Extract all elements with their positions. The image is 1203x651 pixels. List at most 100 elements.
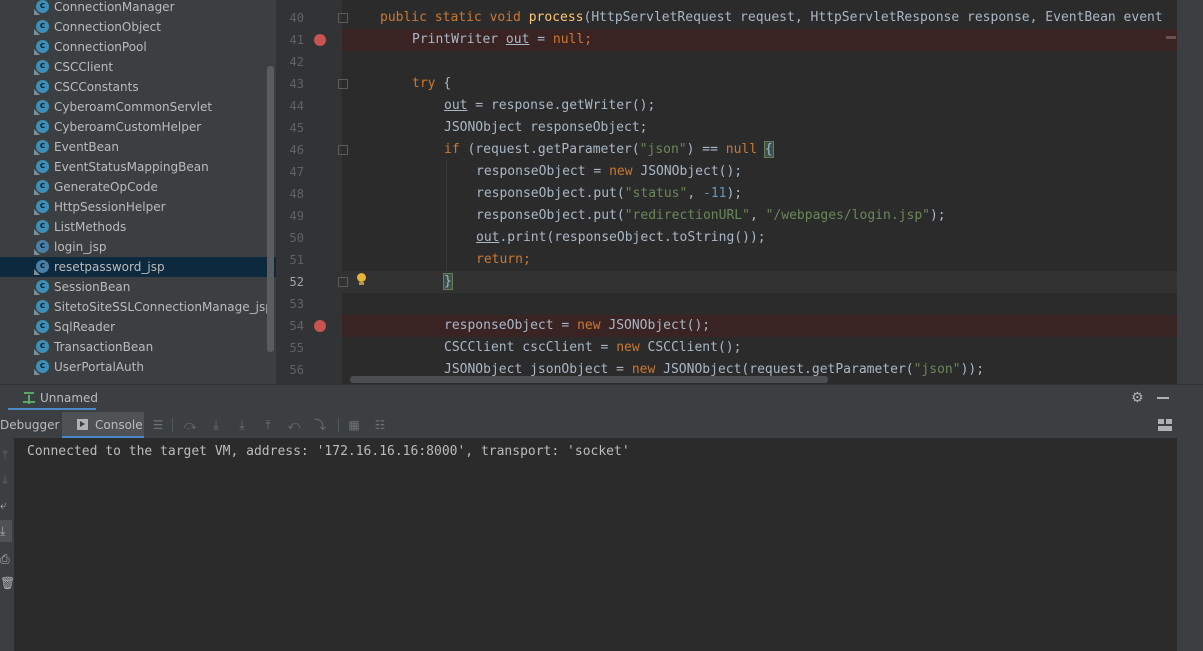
code-token: out [505,32,530,47]
gear-icon[interactable]: ⚙ [1131,391,1144,405]
code-text: out.print(responseObject.toString()); [476,227,766,249]
code-text: responseObject = new JSONObject(); [444,315,710,337]
line-number[interactable]: 54 [276,315,304,337]
soft-wrap-icon[interactable]: ⤶ [0,498,7,512]
fold-marker-icon[interactable] [338,13,348,23]
lightbulb-icon[interactable] [357,273,366,285]
trash-icon[interactable]: 🗑 [0,576,15,590]
tree-item[interactable]: c resetpassword_jsp [0,257,276,277]
trace-icon[interactable]: ☷ [373,418,387,432]
tree-item[interactable]: c login_jsp [0,237,276,257]
tree-item[interactable]: c SitetoSiteSSLConnectionManage_jsp [0,297,276,317]
code-token: "json" [639,142,687,157]
step-over-icon[interactable]: ⤼ [183,418,197,432]
minimize-icon[interactable] [1157,397,1169,399]
toolbar-separator [338,418,339,432]
breakpoint-icon[interactable] [314,34,326,46]
line-number[interactable]: 50 [276,227,304,249]
line-number[interactable]: 40 [276,7,304,29]
line-number[interactable]: 51 [276,249,304,271]
tree-item[interactable]: c CSCConstants [0,77,276,97]
tree-item[interactable]: c ConnectionObject [0,17,276,37]
line-number[interactable]: 47 [276,161,304,183]
scroll-up-icon[interactable]: ↑ [0,448,10,462]
tree-item[interactable]: c EventStatusMappingBean [0,157,276,177]
console-output-area[interactable] [14,438,1177,651]
layout-icon[interactable] [1158,419,1172,431]
force-step-into-icon[interactable]: ⤓ [235,418,249,432]
session-tab-underline [8,408,96,410]
code-text: public static void process(HttpServletRe… [380,7,1163,29]
tree-item[interactable]: c SessionBean [0,277,276,297]
line-number[interactable]: 46 [276,139,304,161]
drop-frame-icon[interactable]: ⤺ [287,418,301,432]
code-line[interactable] [342,249,1177,271]
code-token: (HttpServletRequest request, HttpServlet… [583,10,1163,25]
code-token: try [412,76,444,91]
indent-guide [446,161,447,271]
line-number[interactable]: 56 [276,359,304,381]
fold-marker-icon[interactable] [338,79,348,89]
tree-item[interactable]: c GenerateOpCode [0,177,276,197]
code-token: responseObject = [476,164,610,179]
line-number[interactable]: 55 [276,337,304,359]
code-token: responseObject = [444,318,578,333]
code-token: new [577,318,609,333]
tree-item-label: SessionBean [54,280,131,294]
tree-item[interactable]: c ListMethods [0,217,276,237]
code-line[interactable] [342,73,1177,95]
tree-item[interactable]: c TransactionBean [0,337,276,357]
tree-item[interactable]: c SqlReader [0,317,276,337]
tree-item[interactable]: c UserPortalAuth [0,357,276,377]
step-into-icon[interactable]: ⤓ [209,418,223,432]
fold-marker-icon[interactable] [338,277,348,287]
code-line[interactable] [342,161,1177,183]
line-number[interactable]: 43 [276,73,304,95]
code-token: JSONObject(); [608,318,711,333]
code-line[interactable] [342,293,1177,315]
tree-item[interactable]: c ConnectionPool [0,37,276,57]
line-number[interactable]: 48 [276,183,304,205]
code-line[interactable] [342,271,1177,293]
tree-item[interactable]: c CyberoamCustomHelper [0,117,276,137]
scroll-to-end-button[interactable]: ⤓ [0,520,12,542]
error-stripe-mark[interactable] [1166,36,1176,39]
fold-marker-icon[interactable] [338,145,348,155]
code-text: CSCClient cscClient = new CSCClient(); [444,337,741,359]
code-token: )); [960,362,985,377]
line-number[interactable]: 45 [276,117,304,139]
tab-console[interactable]: Console [95,418,143,432]
class-icon: c [36,60,49,73]
tree-item[interactable]: c CyberoamCommonServlet [0,97,276,117]
tree-item[interactable]: c CSCClient [0,57,276,77]
code-line[interactable] [342,51,1177,73]
editor-horizontal-scrollbar[interactable] [350,376,828,383]
line-number[interactable]: 53 [276,293,304,315]
tree-scrollbar[interactable] [267,66,274,352]
line-number[interactable]: 49 [276,205,304,227]
step-out-icon[interactable]: ⤒ [261,418,275,432]
code-line[interactable] [342,183,1177,205]
line-number[interactable]: 42 [276,51,304,73]
scroll-down-icon[interactable]: ↓ [0,473,10,487]
tab-debugger[interactable]: Debugger [0,418,59,432]
evaluate-expression-icon[interactable]: ▦ [347,418,361,432]
run-to-cursor-icon[interactable]: ⤵ [313,418,327,432]
tree-item[interactable]: c HttpSessionHelper [0,197,276,217]
code-token: null [552,32,585,47]
print-icon[interactable]: ⎙ [0,552,10,566]
line-number[interactable]: 52 [276,271,304,293]
hamburger-menu-icon[interactable]: ☰ [151,418,165,432]
tree-item[interactable]: c ConnectionManager [0,0,276,17]
debug-session-tab[interactable]: Unnamed [40,391,98,405]
code-token: , [687,186,703,201]
code-token: ; [584,32,593,47]
class-icon: c [36,160,49,173]
code-token: "json" [913,362,961,377]
code-text: responseObject = new JSONObject(); [476,161,742,183]
breakpoint-icon[interactable] [314,320,326,332]
tree-item[interactable]: c EventBean [0,137,276,157]
line-number[interactable]: 44 [276,95,304,117]
line-number[interactable]: 41 [276,29,304,51]
